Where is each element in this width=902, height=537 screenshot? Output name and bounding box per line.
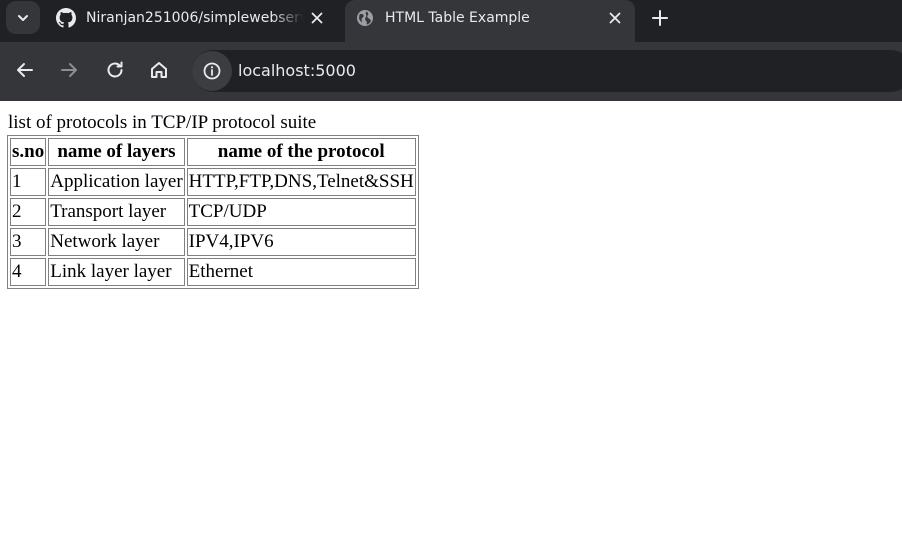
plus-icon[interactable]	[648, 6, 672, 30]
table-cell: Application layer	[48, 168, 185, 196]
table-cell: IPV4,IPV6	[186, 228, 416, 256]
page-content: list of protocols in TCP/IP protocol sui…	[0, 101, 902, 537]
address-bar[interactable]: localhost:5000	[192, 50, 902, 92]
arrow-left-icon[interactable]	[14, 59, 36, 81]
tab-strip: Niranjan251006/simplewebserver HTML Tabl…	[0, 0, 902, 42]
column-header: name of layers	[48, 138, 185, 166]
table-row: 1 Application layer HTTP,FTP,DNS,Telnet&…	[10, 168, 416, 196]
column-header: name of the protocol	[186, 138, 416, 166]
close-icon[interactable]	[607, 10, 623, 26]
home-icon[interactable]	[148, 59, 170, 81]
tab-simplewebserver[interactable]: Niranjan251006/simplewebserver	[46, 0, 338, 42]
table-row: 3 Network layer IPV4,IPV6	[10, 228, 416, 256]
tab-title: HTML Table Example	[385, 10, 530, 26]
table-cell: Link layer layer	[48, 258, 185, 286]
globe-icon	[357, 10, 373, 26]
table-row: 2 Transport layer TCP/UDP	[10, 198, 416, 226]
table-cell: 1	[10, 168, 47, 196]
reload-icon[interactable]	[104, 59, 126, 81]
close-icon[interactable]	[309, 10, 325, 26]
browser-toolbar: localhost:5000	[0, 42, 902, 101]
table-cell: Transport layer	[48, 198, 185, 226]
table-cell: 2	[10, 198, 47, 226]
table-cell: 4	[10, 258, 47, 286]
chevron-down-icon	[18, 15, 28, 21]
tab-html-table-example[interactable]: HTML Table Example	[345, 0, 635, 42]
table-cell: Ethernet	[186, 258, 416, 286]
table-cell: TCP/UDP	[186, 198, 416, 226]
github-icon	[56, 8, 76, 28]
table-header-row: s.no name of layers name of the protocol	[10, 138, 416, 166]
browser-window-chrome: Niranjan251006/simplewebserver HTML Tabl…	[0, 0, 902, 101]
table-cell: 3	[10, 228, 47, 256]
site-info-button[interactable]	[192, 51, 232, 91]
table-cell: HTTP,FTP,DNS,Telnet&SSH	[186, 168, 416, 196]
table-row: 4 Link layer layer Ethernet	[10, 258, 416, 286]
tab-title: Niranjan251006/simplewebserver	[86, 10, 304, 26]
arrow-right-icon[interactable]	[58, 59, 80, 81]
table-cell: Network layer	[48, 228, 185, 256]
column-header: s.no	[10, 138, 47, 166]
page-caption: list of protocols in TCP/IP protocol sui…	[8, 112, 317, 133]
info-icon	[203, 62, 221, 80]
tab-search-button[interactable]	[6, 1, 40, 34]
protocol-table: s.no name of layers name of the protocol…	[7, 135, 419, 289]
url-text: localhost:5000	[238, 61, 356, 80]
